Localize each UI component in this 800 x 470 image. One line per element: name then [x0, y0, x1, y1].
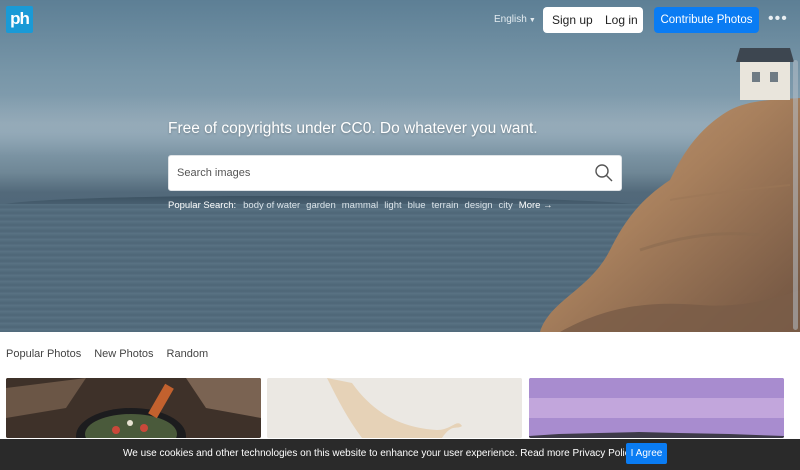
- language-selector[interactable]: English ▼: [494, 14, 536, 25]
- photo-tabs: Popular Photos New Photos Random: [6, 348, 221, 360]
- tab-popular-photos[interactable]: Popular Photos: [6, 348, 81, 360]
- photo-pan-food: [6, 378, 261, 438]
- photo-cat: [267, 378, 522, 438]
- cookie-banner: We use cookies and other technologies on…: [0, 439, 800, 470]
- popular-tag[interactable]: city: [499, 200, 513, 211]
- chevron-down-icon: ▼: [528, 17, 536, 24]
- photo-card[interactable]: [267, 378, 522, 438]
- hero-tagline: Free of copyrights under CC0. Do whateve…: [168, 120, 538, 137]
- auth-buttons: Sign up Log in: [543, 7, 643, 33]
- popular-tag[interactable]: design: [465, 200, 493, 211]
- signup-button[interactable]: Sign up: [552, 13, 593, 27]
- scrollbar[interactable]: [793, 60, 798, 330]
- search-icon[interactable]: [594, 163, 614, 183]
- popular-tag[interactable]: garden: [306, 200, 336, 211]
- popular-search: Popular Search: body of water garden mam…: [168, 200, 553, 211]
- search-box: [168, 155, 622, 191]
- tab-random[interactable]: Random: [167, 348, 209, 360]
- more-searches-link[interactable]: More →: [519, 200, 553, 211]
- popular-tag[interactable]: light: [384, 200, 401, 211]
- search-input[interactable]: [177, 156, 577, 190]
- popular-tag[interactable]: body of water: [243, 200, 300, 211]
- language-label: English: [494, 14, 527, 25]
- tab-new-photos[interactable]: New Photos: [94, 348, 153, 360]
- more-menu-icon[interactable]: •••: [768, 10, 788, 28]
- popular-search-label: Popular Search:: [168, 200, 237, 211]
- photo-lake-sunset: [529, 378, 784, 438]
- popular-tag[interactable]: mammal: [342, 200, 378, 211]
- site-logo[interactable]: ph: [6, 6, 33, 33]
- cookie-message: We use cookies and other technologies on…: [123, 448, 637, 459]
- popular-tag[interactable]: terrain: [432, 200, 459, 211]
- login-button[interactable]: Log in: [605, 13, 638, 27]
- photo-card[interactable]: [6, 378, 261, 438]
- photo-card[interactable]: [529, 378, 784, 438]
- agree-button[interactable]: I Agree: [626, 443, 667, 464]
- popular-tag[interactable]: blue: [408, 200, 426, 211]
- contribute-photos-button[interactable]: Contribute Photos: [654, 7, 759, 33]
